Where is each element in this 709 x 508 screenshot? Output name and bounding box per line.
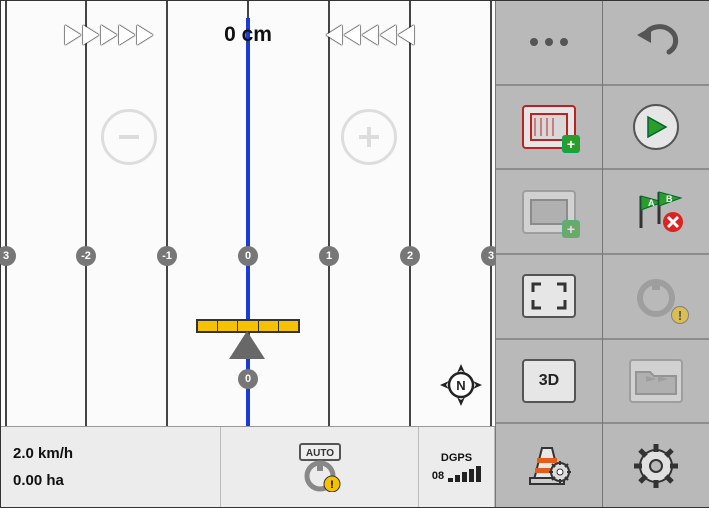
steering-wheel-icon: ! [629,274,683,318]
swath-number: 2 [400,246,420,266]
ab-line [246,18,250,426]
swath-number: -1 [157,246,177,266]
swath-line [409,1,411,426]
gear-icon [629,444,683,488]
swath-line [490,1,492,426]
swath-line [328,1,330,426]
swath-number: 3 [0,246,16,266]
swath-number: 0 [238,246,258,266]
vehicle-icon [229,331,265,359]
zoom-in-button[interactable] [341,109,397,165]
ab-flags-button[interactable]: A B [603,170,709,255]
play-button[interactable] [603,86,709,171]
screen-icon: + [522,190,576,234]
svg-text:A: A [648,198,655,208]
fullscreen-icon [522,274,576,318]
gps-sat-count: 08 [432,470,444,482]
area-value: 0.00 ha [13,472,208,489]
toolbar-right-column: A B ! [602,1,709,507]
field-icon: + [522,105,576,149]
swath-number: -2 [76,246,96,266]
ab-folder-button[interactable] [603,340,709,425]
offset-readout: 0 cm [1,23,495,47]
compass-icon: N [439,363,483,407]
speed-value: 2.0 km/h [13,445,208,462]
swath-number: 1 [319,246,339,266]
more-icon [522,20,576,64]
gps-mode: DGPS [441,452,472,464]
settings-button[interactable] [603,424,709,507]
add-screen-button[interactable]: + [496,170,602,255]
cube-3d-icon: 3D [522,359,576,403]
cone-gear-icon [522,444,576,488]
add-field-button[interactable]: + [496,86,602,171]
toolbar-left-column: + + 3D [495,1,602,507]
svg-text:B: B [666,194,673,204]
folder-ab-icon [629,359,683,403]
autosteer-warn-button[interactable]: ! [603,255,709,340]
swath-line [85,1,87,426]
autosteer-icon: AUTO ! [292,442,348,492]
fullscreen-button[interactable] [496,255,602,340]
signal-bars-icon [448,464,481,482]
status-gps[interactable]: DGPS 08 [419,427,495,507]
svg-text:!: ! [330,479,334,491]
3d-view-button[interactable]: 3D [496,340,602,425]
swath-line [5,1,7,426]
swath-number-under: 0 [238,369,258,389]
play-icon [633,104,679,150]
svg-text:AUTO: AUTO [305,448,333,459]
swath-line [166,1,168,426]
more-button[interactable] [496,1,602,86]
status-speed-area: 2.0 km/h 0.00 ha [1,427,221,507]
status-bar: 2.0 km/h 0.00 ha AUTO ! DGPS 08 [1,426,495,507]
back-button[interactable] [603,1,709,86]
zoom-out-button[interactable] [101,109,157,165]
obstacle-settings-button[interactable] [496,424,602,507]
status-auto[interactable]: AUTO ! [221,427,419,507]
svg-text:N: N [456,378,465,393]
ab-flags-delete-icon: A B [629,190,683,234]
undo-icon [629,20,683,64]
